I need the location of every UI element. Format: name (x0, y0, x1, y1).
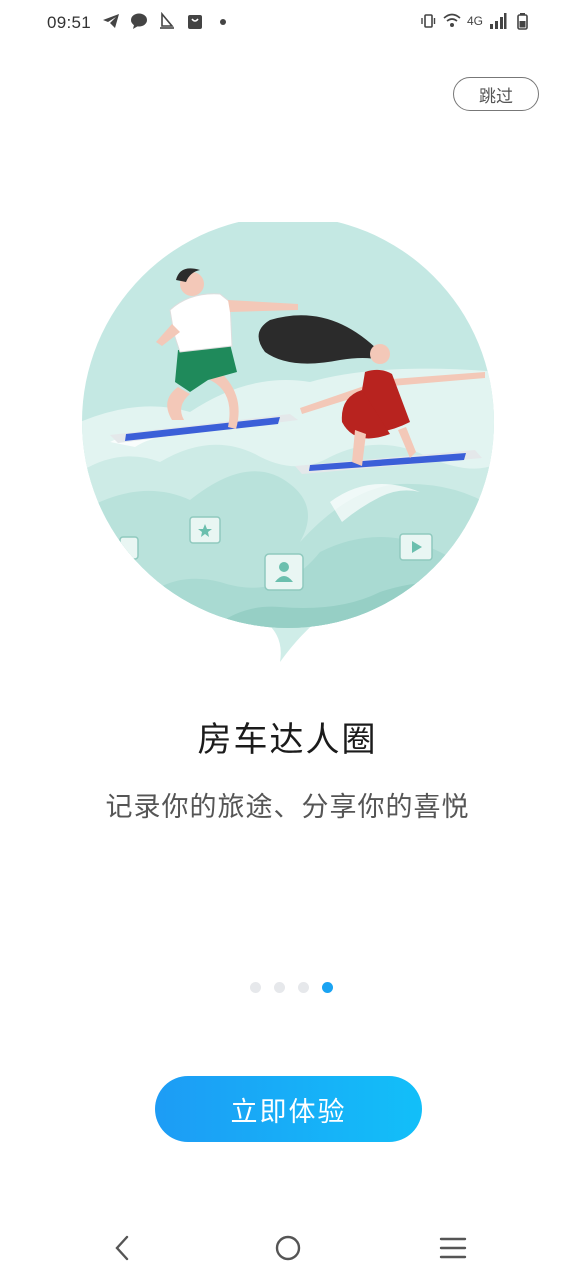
status-time: 09:51 (47, 13, 92, 32)
skip-button[interactable]: 跳过 (453, 77, 539, 111)
chat-bubble-icon (131, 13, 147, 29)
menu-button[interactable] (435, 1233, 471, 1263)
onboarding-illustration (82, 222, 494, 662)
status-right-icons: 4G (419, 12, 531, 30)
wifi-icon (443, 13, 461, 27)
home-button[interactable] (270, 1233, 306, 1263)
telegram-icon (103, 14, 119, 28)
user-card-icon (264, 553, 304, 591)
back-icon (115, 1235, 129, 1261)
page-dot-3[interactable] (298, 982, 309, 993)
star-card-icon (189, 516, 221, 544)
page-dot-2[interactable] (274, 982, 285, 993)
back-button[interactable] (104, 1233, 140, 1263)
network-type: 4G (466, 14, 483, 28)
page-subtitle: 记录你的旅途、分享你的喜悦 (105, 792, 470, 823)
page-indicator (250, 982, 333, 993)
system-nav-bar (0, 1215, 575, 1280)
status-left-icons (102, 12, 232, 30)
play-card-icon (399, 533, 433, 561)
shopping-bag-icon (188, 15, 202, 29)
menu-icon (439, 1237, 467, 1259)
page-title: 房车达人圈 (197, 720, 378, 760)
notification-dot-icon (220, 19, 226, 25)
battery-icon (517, 13, 528, 30)
status-bar: 09:51 4G (0, 0, 575, 48)
page-dot-4[interactable] (322, 982, 333, 993)
home-icon (275, 1235, 301, 1261)
sailboat-icon (160, 12, 174, 29)
page-dot-1[interactable] (250, 982, 261, 993)
try-now-button[interactable]: 立即体验 (155, 1076, 422, 1142)
vibrate-icon (421, 14, 436, 28)
signal-icon (490, 13, 507, 29)
